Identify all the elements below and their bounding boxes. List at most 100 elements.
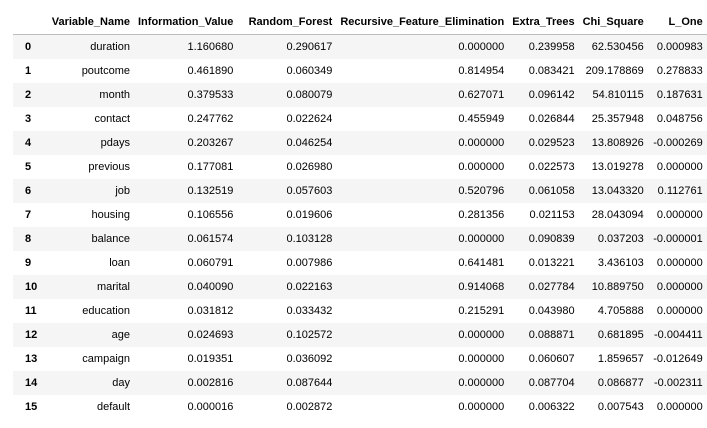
variable-name-cell: loan — [109, 257, 130, 269]
random-forest-cell: 0.046254 — [286, 137, 333, 149]
information-value-cell: 0.024693 — [187, 329, 234, 341]
random-forest-cell: 0.007986 — [286, 257, 333, 269]
information-value-cell: 0.461890 — [187, 65, 234, 77]
random-forest-cell: 0.026980 — [286, 161, 333, 173]
table-header: Variable_Name Information_Value Random_F… — [13, 9, 707, 35]
extra-trees-cell: 0.239958 — [528, 41, 575, 53]
column-header-variable-name: Variable_Name — [43, 9, 134, 35]
recursive-feature-elimination-cell: 0.281356 — [458, 209, 505, 221]
column-header-l-one: L_One — [647, 9, 707, 35]
table-row: 15 default 0.000016 0.002872 0.000000 0.00632… — [13, 395, 707, 419]
table-row: 5 previous 0.177081 0.026980 0.000000 0.02257… — [13, 155, 707, 179]
row-index: 4 — [25, 137, 32, 149]
variable-name-cell: previous — [88, 161, 130, 173]
column-header-recursive-feature-elimination: Recursive_Feature_Elimination — [336, 9, 509, 35]
extra-trees-cell: 0.043980 — [528, 305, 575, 317]
l-one-cell: 0.000000 — [656, 281, 703, 293]
chi-square-cell: 13.043320 — [591, 185, 644, 197]
table-row: 14 day 0.002816 0.087644 0.000000 0.087704 0.0… — [13, 371, 707, 395]
dataframe-output: Variable_Name Information_Value Random_F… — [13, 9, 707, 419]
l-one-cell: 0.048756 — [656, 113, 703, 125]
header-row: Variable_Name Information_Value Random_F… — [13, 9, 707, 35]
extra-trees-cell: 0.090839 — [528, 233, 575, 245]
extra-trees-cell: 0.087704 — [528, 377, 575, 389]
row-index: 8 — [25, 233, 32, 245]
chi-square-cell: 0.086877 — [597, 377, 644, 389]
extra-trees-cell: 0.088871 — [528, 329, 575, 341]
table-row: 12 age 0.024693 0.102572 0.000000 0.088871 0.6… — [13, 323, 707, 347]
random-forest-cell: 0.036092 — [286, 353, 333, 365]
recursive-feature-elimination-cell: 0.814954 — [458, 65, 505, 77]
random-forest-cell: 0.033432 — [286, 305, 333, 317]
random-forest-cell: 0.102572 — [286, 329, 333, 341]
random-forest-cell: 0.290617 — [286, 41, 333, 53]
feature-importance-table: Variable_Name Information_Value Random_F… — [13, 9, 707, 419]
random-forest-cell: 0.057603 — [286, 185, 333, 197]
table-row: 13 campaign 0.019351 0.036092 0.000000 0.0606… — [13, 347, 707, 371]
table-row: 0 duration 1.160680 0.290617 0.000000 0.23995… — [13, 34, 707, 59]
random-forest-cell: 0.022163 — [286, 281, 333, 293]
row-index: 12 — [25, 329, 38, 341]
table-row: 7 housing 0.106556 0.019606 0.281356 0.021153… — [13, 203, 707, 227]
recursive-feature-elimination-cell: 0.455949 — [458, 113, 505, 125]
variable-name-cell: month — [99, 89, 130, 101]
table-body: 0 duration 1.160680 0.290617 0.000000 0.23995… — [13, 34, 707, 420]
variable-name-cell: balance — [91, 233, 130, 245]
l-one-cell: 0.000000 — [656, 161, 703, 173]
chi-square-cell: 1.859657 — [597, 353, 644, 365]
chi-square-cell: 0.037203 — [597, 233, 644, 245]
l-one-cell: 0.000000 — [656, 305, 703, 317]
row-index: 13 — [25, 353, 38, 365]
information-value-cell: 0.061574 — [187, 233, 234, 245]
information-value-cell: 0.177081 — [187, 161, 234, 173]
chi-square-cell: 3.436103 — [597, 257, 644, 269]
variable-name-cell: housing — [91, 209, 130, 221]
variable-name-cell: education — [82, 305, 130, 317]
extra-trees-cell: 0.026844 — [528, 113, 575, 125]
information-value-cell: 0.040090 — [187, 281, 234, 293]
l-one-cell: 0.112761 — [657, 185, 703, 197]
l-one-cell: -0.012649 — [653, 353, 703, 365]
row-index: 9 — [25, 257, 32, 269]
row-index: 1 — [25, 65, 32, 77]
information-value-cell: 0.106556 — [187, 209, 234, 221]
recursive-feature-elimination-cell: 0.000000 — [458, 401, 505, 413]
random-forest-cell: 0.022624 — [286, 113, 333, 125]
column-header-information-value: Information_Value — [134, 9, 238, 35]
chi-square-cell: 62.530456 — [591, 41, 644, 53]
variable-name-cell: contact — [94, 113, 130, 125]
information-value-cell: 0.019351 — [187, 353, 234, 365]
variable-name-cell: duration — [90, 41, 130, 53]
chi-square-cell: 25.357948 — [591, 113, 644, 125]
l-one-cell: 0.000000 — [656, 209, 703, 221]
recursive-feature-elimination-cell: 0.000000 — [458, 329, 505, 341]
table-row: 3 contact 0.247762 0.022624 0.455949 0.026844… — [13, 107, 707, 131]
chi-square-cell: 0.007543 — [597, 401, 644, 413]
chi-square-cell: 4.705888 — [597, 305, 644, 317]
information-value-cell: 0.031812 — [187, 305, 234, 317]
extra-trees-cell: 0.022573 — [528, 161, 575, 173]
variable-name-cell: job — [115, 185, 130, 197]
chi-square-cell: 0.681895 — [597, 329, 644, 341]
recursive-feature-elimination-cell: 0.000000 — [458, 353, 505, 365]
recursive-feature-elimination-cell: 0.000000 — [458, 137, 505, 149]
recursive-feature-elimination-cell: 0.000000 — [458, 233, 505, 245]
row-index: 5 — [25, 161, 32, 173]
row-index: 14 — [25, 377, 38, 389]
l-one-cell: 0.187631 — [656, 89, 703, 101]
table-row: 6 job 0.132519 0.057603 0.520796 0.061058 13.0… — [13, 179, 707, 203]
information-value-cell: 0.000016 — [187, 401, 234, 413]
extra-trees-cell: 0.061058 — [528, 185, 575, 197]
extra-trees-cell: 0.029523 — [528, 137, 575, 149]
table-row: 10 marital 0.040090 0.022163 0.914068 0.02778… — [13, 275, 707, 299]
column-header-extra-trees: Extra_Trees — [508, 9, 579, 35]
l-one-cell: 0.000983 — [656, 41, 703, 53]
row-index: 10 — [25, 281, 38, 293]
table-row: 9 loan 0.060791 0.007986 0.641481 0.013221 3.4… — [13, 251, 707, 275]
table-row: 11 education 0.031812 0.033432 0.215291 0.043… — [13, 299, 707, 323]
information-value-cell: 0.002816 — [187, 377, 234, 389]
l-one-cell: 0.000000 — [656, 401, 703, 413]
information-value-cell: 0.203267 — [187, 137, 234, 149]
chi-square-cell: 209.178869 — [585, 65, 644, 77]
information-value-cell: 0.379533 — [187, 89, 234, 101]
